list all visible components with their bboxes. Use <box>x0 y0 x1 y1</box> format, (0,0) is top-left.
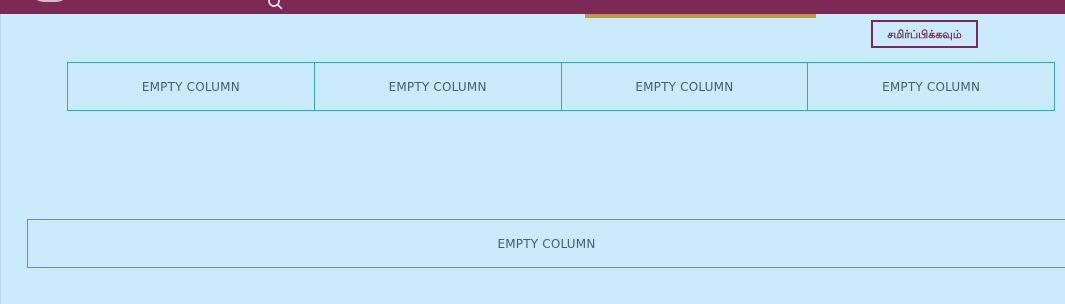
site-logo[interactable] <box>30 0 70 2</box>
page-left-edge <box>0 0 1 304</box>
column-row-1: EMPTY COLUMN EMPTY COLUMN EMPTY COLUMN E… <box>67 62 1055 111</box>
empty-column-placeholder[interactable]: EMPTY COLUMN <box>560 62 809 111</box>
empty-column-placeholder[interactable]: EMPTY COLUMN <box>807 62 1055 111</box>
active-nav-underline <box>585 14 816 18</box>
empty-column-placeholder-wide[interactable]: EMPTY COLUMN <box>27 219 1065 268</box>
submit-button[interactable]: சமிர்ப்பிக்கவும் <box>871 20 978 48</box>
empty-column-placeholder[interactable]: EMPTY COLUMN <box>313 62 562 111</box>
top-navigation-bar <box>0 0 1065 14</box>
search-icon[interactable] <box>266 0 284 12</box>
empty-column-placeholder[interactable]: EMPTY COLUMN <box>67 62 315 111</box>
